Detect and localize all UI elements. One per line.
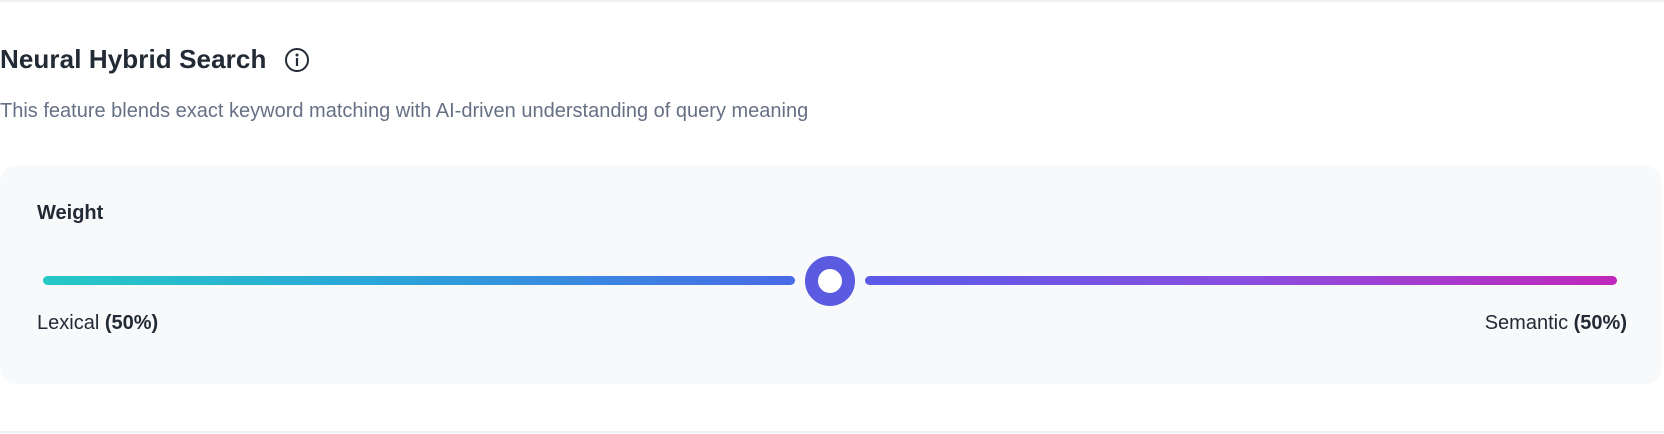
semantic-percent: (50%) xyxy=(1573,312,1627,334)
top-divider xyxy=(0,0,1664,2)
hybrid-search-settings: Neural Hybrid Search This feature blends… xyxy=(0,0,1664,434)
weight-panel: Weight Lexical (50%) Semantic (50%) xyxy=(0,166,1662,384)
lexical-label-text: Lexical xyxy=(37,312,100,334)
info-circle-icon[interactable] xyxy=(284,47,310,73)
bottom-divider xyxy=(0,431,1664,433)
section-header: Neural Hybrid Search xyxy=(0,44,310,75)
section-description: This feature blends exact keyword matchi… xyxy=(0,100,809,122)
lexical-percent: (50%) xyxy=(104,312,159,334)
semantic-label-text: Semantic xyxy=(1484,312,1569,334)
slider-track-lexical[interactable] xyxy=(43,276,795,285)
slider-track-semantic[interactable] xyxy=(865,276,1617,285)
lexical-label: Lexical (50%) xyxy=(37,312,158,335)
weight-label: Weight xyxy=(37,202,104,224)
slider-thumb[interactable] xyxy=(805,256,855,306)
weight-slider[interactable] xyxy=(37,256,1623,306)
semantic-label: Semantic (50%) xyxy=(1485,312,1627,335)
section-title: Neural Hybrid Search xyxy=(0,44,267,74)
